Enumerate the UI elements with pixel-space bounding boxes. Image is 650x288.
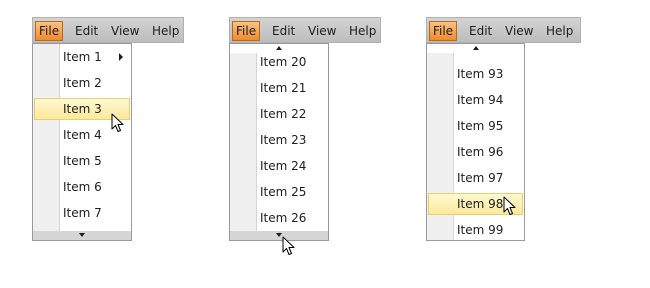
menu-help[interactable]: Help [543, 21, 576, 41]
menu-item-5[interactable]: Item 5 [34, 150, 130, 172]
menu-bar: File Edit View Help [32, 17, 184, 43]
file-dropdown: Item 1 Item 2 Item 3 Item 4 Item 5 Item … [32, 43, 132, 241]
menu-item-24[interactable]: Item 24 [231, 155, 327, 177]
submenu-arrow-icon [119, 53, 123, 61]
menu-item-95[interactable]: Item 95 [428, 115, 523, 137]
mouse-cursor-icon [282, 236, 295, 255]
menu-bar: File Edit View Help [229, 17, 381, 43]
menu-item-label: Item 1 [63, 50, 102, 64]
menu-bar: File Edit View Help [426, 17, 581, 43]
menu-item-25[interactable]: Item 25 [231, 181, 327, 203]
menu-help[interactable]: Help [346, 21, 379, 41]
scroll-down-arrow-icon [79, 233, 85, 237]
menu-view[interactable]: View [305, 21, 339, 41]
menu-item-22[interactable]: Item 22 [231, 103, 327, 125]
menu-item-97[interactable]: Item 97 [428, 167, 523, 189]
menu-item-94[interactable]: Item 94 [428, 89, 523, 111]
menu-item-6[interactable]: Item 6 [34, 176, 130, 198]
file-dropdown: Item 20 Item 21 Item 22 Item 23 Item 24 … [229, 43, 329, 241]
menu-edit[interactable]: Edit [269, 21, 298, 41]
scroll-down-button[interactable] [33, 231, 131, 240]
menu-item-23[interactable]: Item 23 [231, 129, 327, 151]
menu-item-21[interactable]: Item 21 [231, 77, 327, 99]
menu-file[interactable]: File [35, 21, 64, 41]
menu-item-93[interactable]: Item 93 [428, 63, 523, 85]
menu-item-2[interactable]: Item 2 [34, 72, 130, 94]
scroll-up-arrow-icon [472, 46, 479, 50]
menu-help[interactable]: Help [149, 21, 182, 41]
mouse-cursor-icon [503, 196, 516, 215]
menu-edit[interactable]: Edit [72, 21, 101, 41]
menu-item-99[interactable]: Item 99 [428, 219, 523, 240]
menu-file[interactable]: File [429, 21, 458, 41]
menu-file[interactable]: File [232, 21, 261, 41]
scroll-down-button[interactable] [230, 231, 328, 240]
menu-item-20[interactable]: Item 20 [231, 51, 327, 73]
menu-item-7[interactable]: Item 7 [34, 202, 130, 224]
menu-view[interactable]: View [502, 21, 536, 41]
menu-view[interactable]: View [108, 21, 142, 41]
menu-item-26[interactable]: Item 26 [231, 207, 327, 229]
scroll-up-arrow-icon [276, 46, 282, 50]
mouse-cursor-icon [111, 113, 124, 132]
menu-edit[interactable]: Edit [466, 21, 495, 41]
menu-item-1[interactable]: Item 1 [34, 46, 130, 68]
scroll-up-button[interactable] [427, 44, 524, 53]
menu-item-96[interactable]: Item 96 [428, 141, 523, 163]
